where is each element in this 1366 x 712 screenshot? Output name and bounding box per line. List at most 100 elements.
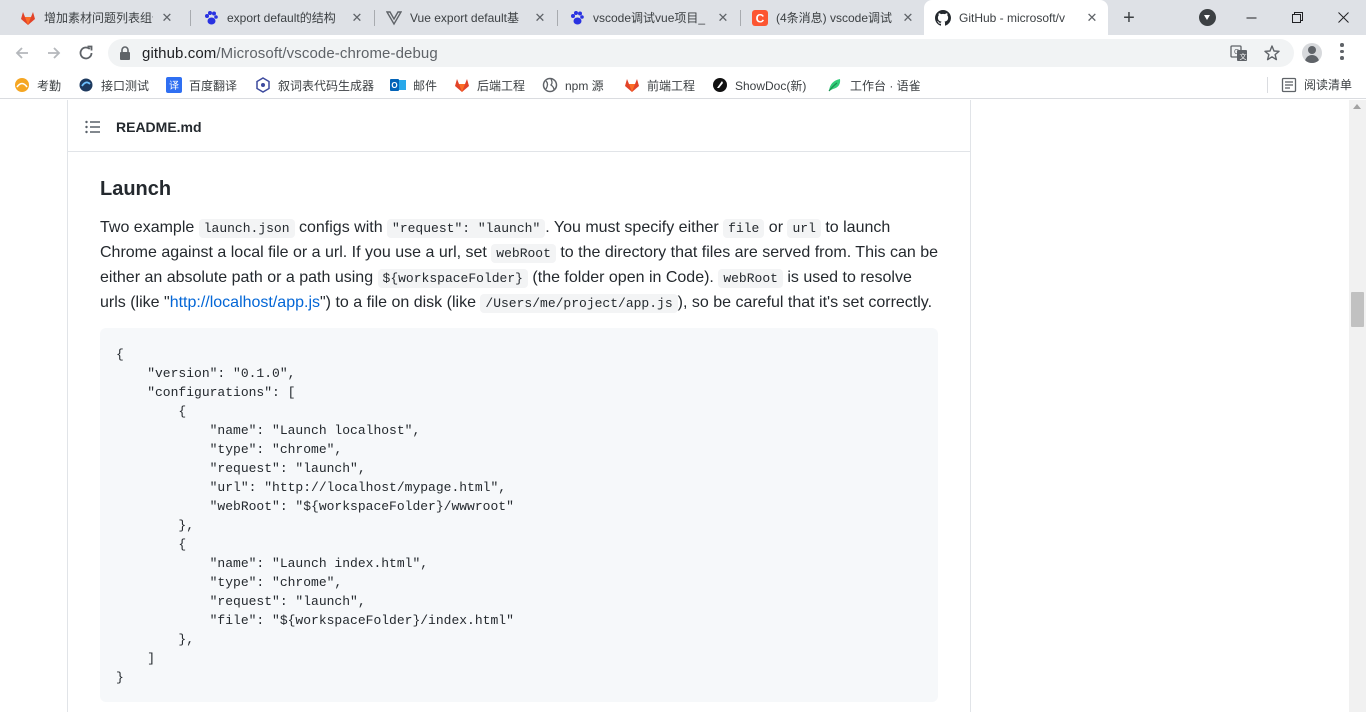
close-icon[interactable]: ✕ (715, 10, 731, 26)
readme-filename: README.md (116, 119, 202, 135)
globe-icon (542, 77, 558, 93)
browser-toolbar: github.com/Microsoft/vscode-chrome-debug… (0, 35, 1366, 71)
svg-text:O: O (391, 81, 397, 90)
reading-list-icon (1281, 77, 1297, 92)
tab-4[interactable]: C (4条消息) vscode调试 ✕ (732, 0, 924, 35)
localhost-link[interactable]: http://localhost/app.js (170, 294, 320, 311)
window-close-button[interactable] (1320, 0, 1366, 35)
bookmark-label: ShowDoc(新) (735, 78, 807, 93)
gitlab-icon (455, 79, 469, 92)
address-bar[interactable]: github.com/Microsoft/vscode-chrome-debug… (108, 39, 1294, 67)
tab-title: vscode调试vue项目_ (593, 11, 706, 25)
bookmark-label: 百度翻译 (189, 78, 238, 93)
bookmarks-separator (1267, 77, 1268, 93)
tab-strip: 增加素材问题列表组件 ✕ export default的结构 ✕ Vue exp… (0, 0, 1366, 35)
showdoc-icon (713, 78, 727, 92)
bookmark-label: 工作台 · 语雀 (850, 78, 921, 93)
text-segment: ), so be careful that it's set correctly… (677, 294, 933, 311)
bookmark-label: 叙词表代码生成器 (278, 78, 375, 93)
launch-description: Two example launch.json configs with "re… (100, 216, 940, 316)
baidu-paw-icon (571, 10, 584, 24)
close-icon[interactable]: ✕ (159, 10, 175, 26)
bookmark-label: 接口测试 (101, 78, 150, 93)
tab-2[interactable]: Vue export default基 ✕ (366, 0, 556, 35)
bookmark-label: 考勤 (37, 78, 62, 93)
bookmark-label: npm 源 (565, 78, 604, 93)
scrollbar-thumb[interactable] (1351, 292, 1364, 327)
launch-json-code-block[interactable]: { "version": "0.1.0", "configurations": … (100, 328, 938, 702)
svg-text:文: 文 (1240, 52, 1247, 61)
reading-list-label: 阅读清单 (1304, 78, 1353, 92)
url-text[interactable]: github.com/Microsoft/vscode-chrome-debug (142, 45, 438, 62)
lock-icon[interactable] (119, 46, 131, 60)
inline-code: /Users/me/project/app.js (480, 294, 678, 313)
page-viewport: README.md Launch Two example launch.json… (0, 100, 1349, 712)
close-icon[interactable]: ✕ (349, 10, 365, 26)
vue-icon (386, 10, 402, 25)
svg-text:译: 译 (169, 80, 179, 92)
forward-button[interactable] (42, 41, 66, 65)
baidu-translate-icon: 译 (166, 77, 182, 93)
bookmark-npm[interactable]: npm 源 (542, 76, 604, 94)
inline-code: file (723, 219, 765, 238)
readme-header: README.md (68, 100, 970, 152)
section-heading-launch: Launch (100, 178, 172, 200)
page-scrollbar[interactable] (1349, 100, 1366, 712)
inline-code: webRoot (491, 244, 556, 263)
translate-icon[interactable]: G文 (1230, 44, 1248, 62)
api-test-icon (79, 78, 93, 92)
text-segment: (the folder open in Code). (527, 269, 719, 286)
new-tab-button[interactable]: + (1117, 7, 1141, 29)
bookmark-attendance[interactable]: 考勤 (14, 76, 61, 94)
inline-code: launch.json (198, 219, 295, 238)
minimize-button[interactable] (1228, 0, 1274, 35)
github-icon (935, 9, 951, 26)
tab-title: (4条消息) vscode调试 (776, 11, 893, 25)
bookmark-frontend[interactable]: 前端工程 (624, 76, 695, 94)
star-icon[interactable] (1263, 44, 1281, 62)
inline-code: url (787, 219, 821, 238)
minimize-icon (1246, 17, 1256, 19)
profile-avatar-icon[interactable] (1302, 43, 1322, 63)
inline-code: ${workspaceFolder} (377, 269, 528, 288)
bookmark-code-generator[interactable]: 叙词表代码生成器 (255, 76, 374, 94)
tab-search-dropdown-icon[interactable] (1199, 9, 1216, 26)
csdn-icon: C (752, 9, 768, 26)
close-icon[interactable]: ✕ (532, 10, 548, 26)
restore-button[interactable] (1274, 0, 1320, 35)
back-button[interactable] (10, 41, 34, 65)
reload-button[interactable] (74, 41, 98, 65)
tab-title: Vue export default基 (410, 11, 519, 25)
bookmark-yuque[interactable]: 工作台 · 语雀 (827, 76, 921, 94)
arrow-left-icon (15, 47, 28, 59)
table-of-contents-icon[interactable] (85, 120, 101, 134)
tab-1[interactable]: export default的结构 ✕ (183, 0, 373, 35)
bookmark-showdoc[interactable]: ShowDoc(新) (712, 76, 806, 94)
baidu-paw-icon (205, 10, 218, 24)
bookmark-label: 邮件 (413, 78, 438, 93)
tab-title: export default的结构 (227, 11, 336, 25)
gitlab-icon (21, 11, 35, 25)
text-segment: Two example (100, 219, 199, 236)
more-menu-icon[interactable] (1340, 43, 1344, 63)
bookmark-backend[interactable]: 后端工程 (454, 76, 525, 94)
tab-5-active[interactable]: GitHub - microsoft/v ✕ (924, 0, 1108, 35)
reload-icon (79, 45, 93, 60)
tab-3[interactable]: vscode调试vue项目_ ✕ (549, 0, 739, 35)
tab-0[interactable]: 增加素材问题列表组件 ✕ (0, 0, 183, 35)
inline-code: webRoot (718, 269, 783, 288)
bookmark-api-test[interactable]: 接口测试 (78, 76, 149, 94)
close-icon[interactable]: ✕ (1084, 10, 1100, 26)
bookmark-baidu-translate[interactable]: 译 百度翻译 (166, 76, 237, 94)
url-host: github.com (142, 45, 217, 62)
attendance-icon (15, 78, 29, 92)
code-content: { "version": "0.1.0", "configurations": … (116, 347, 514, 685)
gitlab-icon (625, 79, 639, 92)
scroll-up-arrow-icon[interactable] (1353, 104, 1361, 109)
yuque-icon (828, 79, 841, 92)
bookmark-label: 前端工程 (647, 78, 696, 93)
close-icon[interactable]: ✕ (900, 10, 916, 26)
bookmark-mail[interactable]: O 邮件 (390, 76, 437, 94)
reading-list-button[interactable]: 阅读清单 (1267, 76, 1353, 93)
tab-title: GitHub - microsoft/v (959, 10, 1066, 25)
